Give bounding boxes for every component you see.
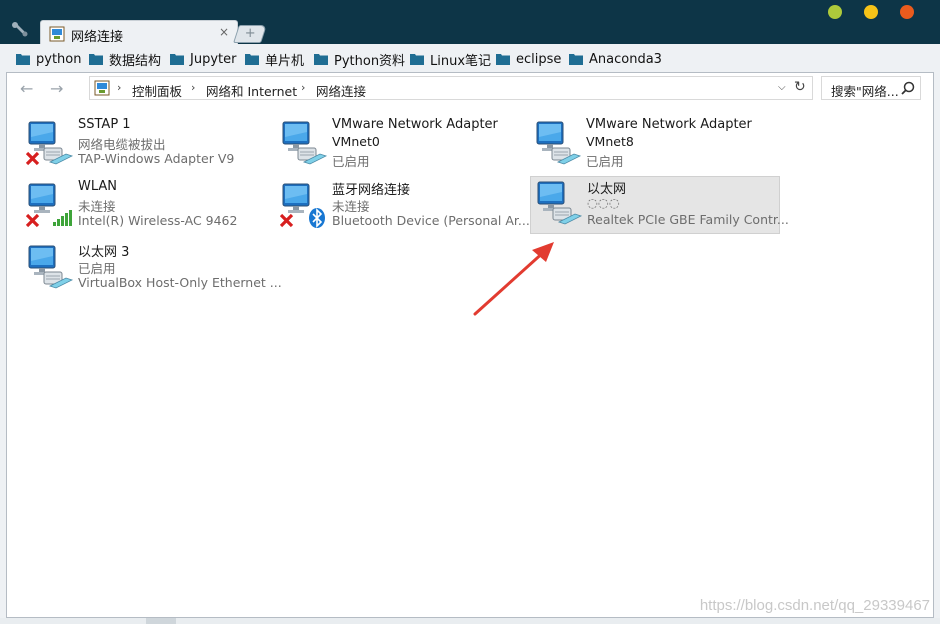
network-adapter-icon — [28, 245, 73, 289]
connection-device: VirtualBox Host-Only Ethernet ... — [78, 275, 282, 290]
back-button[interactable]: ← — [20, 79, 33, 98]
bookmark-linux-notes[interactable]: Linux笔记 — [410, 50, 492, 69]
disconnected-x-icon — [26, 151, 40, 166]
bookmark-label: Jupyter — [190, 51, 237, 67]
network-adapter-icon — [26, 121, 73, 166]
bookmark-label: Python资料 — [334, 53, 406, 69]
window-bottom-edge — [0, 618, 940, 624]
control-panel-icon — [94, 80, 110, 96]
breadcrumb-network-internet[interactable]: 网络和 Internet — [206, 81, 297, 100]
connection-bluetooth[interactable]: 蓝牙网络连接 未连接 Bluetooth Device (Personal Ar… — [274, 178, 530, 236]
connection-device: TAP-Windows Adapter V9 — [78, 151, 235, 166]
window-dot-yellow[interactable] — [864, 5, 878, 19]
window-dot-green[interactable] — [828, 5, 842, 19]
breadcrumb-control-panel[interactable]: 控制面板 — [132, 81, 182, 100]
bookmark-python[interactable]: python — [16, 50, 81, 68]
new-tab-button[interactable]: + — [233, 25, 267, 43]
wireless-adapter-icon — [26, 183, 72, 228]
connection-vmnet8[interactable]: VMware Network Adapter VMnet8 已启用 — [528, 116, 778, 174]
connection-wlan[interactable]: WLAN 未连接 Intel(R) Wireless-AC 9462 — [20, 178, 270, 236]
forward-button[interactable]: → — [50, 79, 63, 98]
chevron-down-icon[interactable]: ⌵ — [778, 82, 786, 93]
chevron-right-icon[interactable]: › — [191, 81, 195, 94]
connection-device: 已启用 — [586, 154, 624, 169]
bluetooth-icon — [309, 208, 325, 228]
search-icon[interactable] — [901, 81, 915, 95]
folder-icon — [410, 54, 424, 65]
connection-status: VMnet0 — [332, 134, 380, 149]
connection-ethernet[interactable]: 以太网 ◌◌◌ Realtek PCIe GBE Family Contr... — [530, 176, 789, 234]
disconnected-x-icon — [26, 213, 40, 228]
connection-device: Realtek PCIe GBE Family Contr... — [587, 212, 789, 227]
connection-device: 已启用 — [332, 154, 370, 169]
bookmark-label: 数据结构 — [109, 53, 162, 69]
address-bar[interactable]: › 控制面板 › 网络和 Internet › 网络连接 ⌵ ↻ — [89, 76, 813, 100]
connection-name: VMware Network Adapter — [586, 117, 752, 132]
scrollbar-stub[interactable] — [146, 618, 176, 624]
bookmark-label: Anaconda3 — [589, 51, 662, 67]
bookmark-label: eclipse — [516, 51, 562, 67]
bookmark-python-resources[interactable]: Python资料 — [314, 50, 406, 69]
bookmark-label: 单片机 — [265, 53, 305, 69]
disconnected-x-icon — [280, 213, 294, 228]
refresh-icon[interactable]: ↻ — [794, 79, 806, 95]
folder-icon — [245, 54, 259, 65]
window-right-edge — [934, 72, 940, 624]
bookmark-jupyter[interactable]: Jupyter — [170, 50, 236, 68]
connection-ethernet3[interactable]: 以太网 3 已启用 VirtualBox Host-Only Ethernet … — [20, 240, 282, 298]
folder-icon — [496, 54, 510, 65]
close-tab-icon[interactable]: × — [219, 25, 229, 39]
connection-vmnet0[interactable]: VMware Network Adapter VMnet0 已启用 — [274, 116, 524, 174]
connection-device: Intel(R) Wireless-AC 9462 — [78, 213, 238, 228]
breadcrumb-network-connections[interactable]: 网络连接 — [316, 81, 366, 100]
tab-title: 网络连接 — [71, 30, 124, 45]
plus-icon: + — [244, 26, 256, 41]
chevron-right-icon[interactable]: › — [117, 81, 121, 94]
connection-status: VMnet8 — [586, 134, 634, 149]
connection-name: WLAN — [78, 179, 118, 194]
connection-name: VMware Network Adapter — [332, 117, 498, 132]
network-adapter-icon — [536, 121, 581, 165]
bookmark-label: python — [36, 51, 82, 67]
connection-name: SSTAP 1 — [78, 117, 131, 132]
tab-network-connections[interactable]: 网络连接 × — [40, 20, 238, 47]
network-connections-icon — [49, 26, 65, 42]
search-input[interactable]: 搜索"网络... — [821, 76, 921, 100]
folder-icon — [569, 54, 583, 65]
wifi-signal-icon — [53, 210, 72, 226]
network-adapter-icon — [282, 121, 327, 165]
folder-icon — [16, 54, 30, 65]
folder-icon — [170, 54, 184, 65]
window-dot-red[interactable] — [900, 5, 914, 19]
wrench-icon[interactable] — [11, 22, 29, 38]
bookmark-data-structures[interactable]: 数据结构 — [89, 50, 162, 69]
annotation-arrow-icon — [473, 242, 554, 316]
bookmark-anaconda3[interactable]: Anaconda3 — [569, 50, 662, 68]
connection-device: Bluetooth Device (Personal Ar... — [332, 213, 530, 228]
bookmark-eclipse[interactable]: eclipse — [496, 50, 561, 68]
connection-status: ◌◌◌ — [587, 195, 620, 210]
network-adapter-icon — [537, 181, 582, 225]
bluetooth-adapter-icon — [280, 183, 325, 228]
folder-icon — [89, 54, 103, 65]
watermark: https://blog.csdn.net/qq_29339467 — [699, 597, 930, 614]
chevron-right-icon[interactable]: › — [301, 81, 305, 94]
folder-icon — [314, 54, 328, 65]
bookmark-mcu[interactable]: 单片机 — [245, 50, 305, 69]
search-placeholder: 搜索"网络... — [831, 84, 899, 99]
bookmark-label: Linux笔记 — [430, 53, 492, 69]
connection-sstap1[interactable]: SSTAP 1 网络电缆被拔出 TAP-Windows Adapter V9 — [20, 116, 270, 174]
